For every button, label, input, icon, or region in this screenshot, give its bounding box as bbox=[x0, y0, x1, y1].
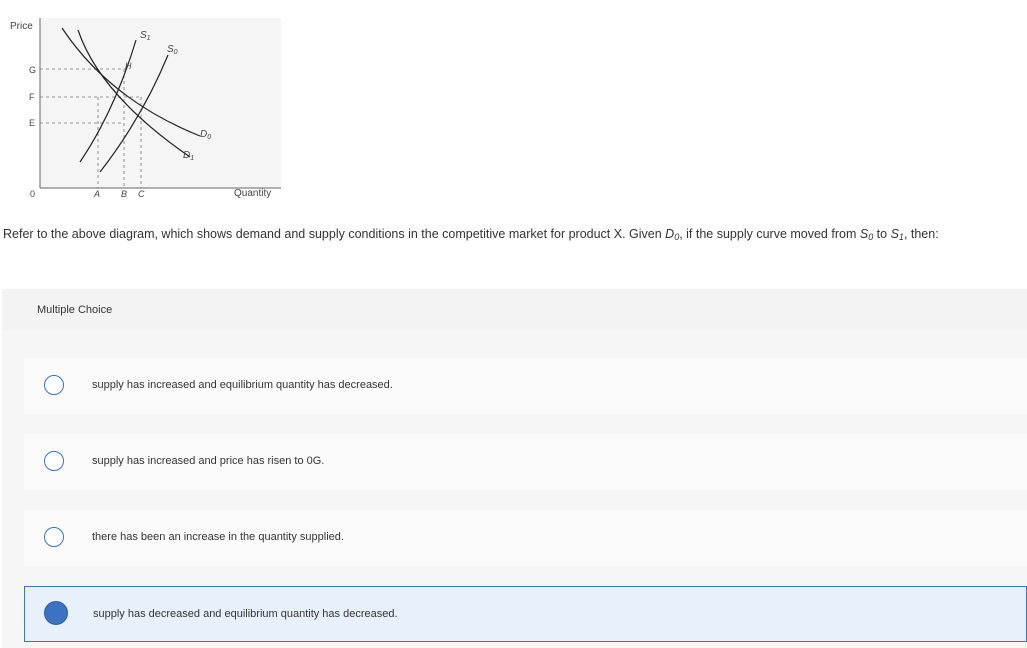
radio-button[interactable] bbox=[44, 375, 64, 395]
answer-option-text: supply has increased and equilibrium qua… bbox=[92, 379, 393, 391]
answer-option-text: supply has decreased and equilibrium qua… bbox=[93, 608, 398, 620]
question-text: Refer to the above diagram, which shows … bbox=[3, 227, 939, 242]
point-h-label: H bbox=[125, 61, 132, 71]
quantity-axis-label: Quantity bbox=[234, 188, 271, 199]
s1-symbol: S1 bbox=[890, 227, 904, 242]
radio-button-selected[interactable] bbox=[44, 601, 68, 625]
d0-symbol: D0 bbox=[665, 227, 680, 242]
answer-option-text: there has been an increase in the quanti… bbox=[92, 531, 344, 543]
radio-button[interactable] bbox=[44, 451, 64, 471]
multiple-choice-label: Multiple Choice bbox=[37, 304, 113, 316]
quantity-tick-c: C bbox=[138, 189, 145, 199]
s0-symbol: S0 bbox=[859, 227, 874, 242]
answer-option-4[interactable]: supply has decreased and equilibrium qua… bbox=[24, 586, 1027, 642]
price-tick-g: G bbox=[29, 65, 36, 75]
price-tick-f: F bbox=[29, 92, 35, 102]
answer-option-text: supply has increased and price has risen… bbox=[92, 455, 325, 467]
answer-option-2[interactable]: supply has increased and price has risen… bbox=[24, 434, 1027, 490]
quantity-tick-b: B bbox=[121, 189, 127, 199]
diagram-plot-area bbox=[40, 18, 281, 188]
answer-option-3[interactable]: there has been an increase in the quanti… bbox=[24, 510, 1027, 566]
origin-label: 0 bbox=[30, 189, 35, 199]
radio-button[interactable] bbox=[44, 527, 64, 547]
price-axis-label: Price bbox=[10, 21, 33, 32]
quantity-tick-a: A bbox=[93, 189, 100, 199]
multiple-choice-header: Multiple Choice bbox=[2, 289, 1027, 331]
price-tick-e: E bbox=[29, 118, 35, 128]
answer-option-1[interactable]: supply has increased and equilibrium qua… bbox=[24, 358, 1027, 414]
supply-demand-diagram: Price Quantity 0 G F E A B C H S1 S0 D0 … bbox=[10, 18, 281, 199]
